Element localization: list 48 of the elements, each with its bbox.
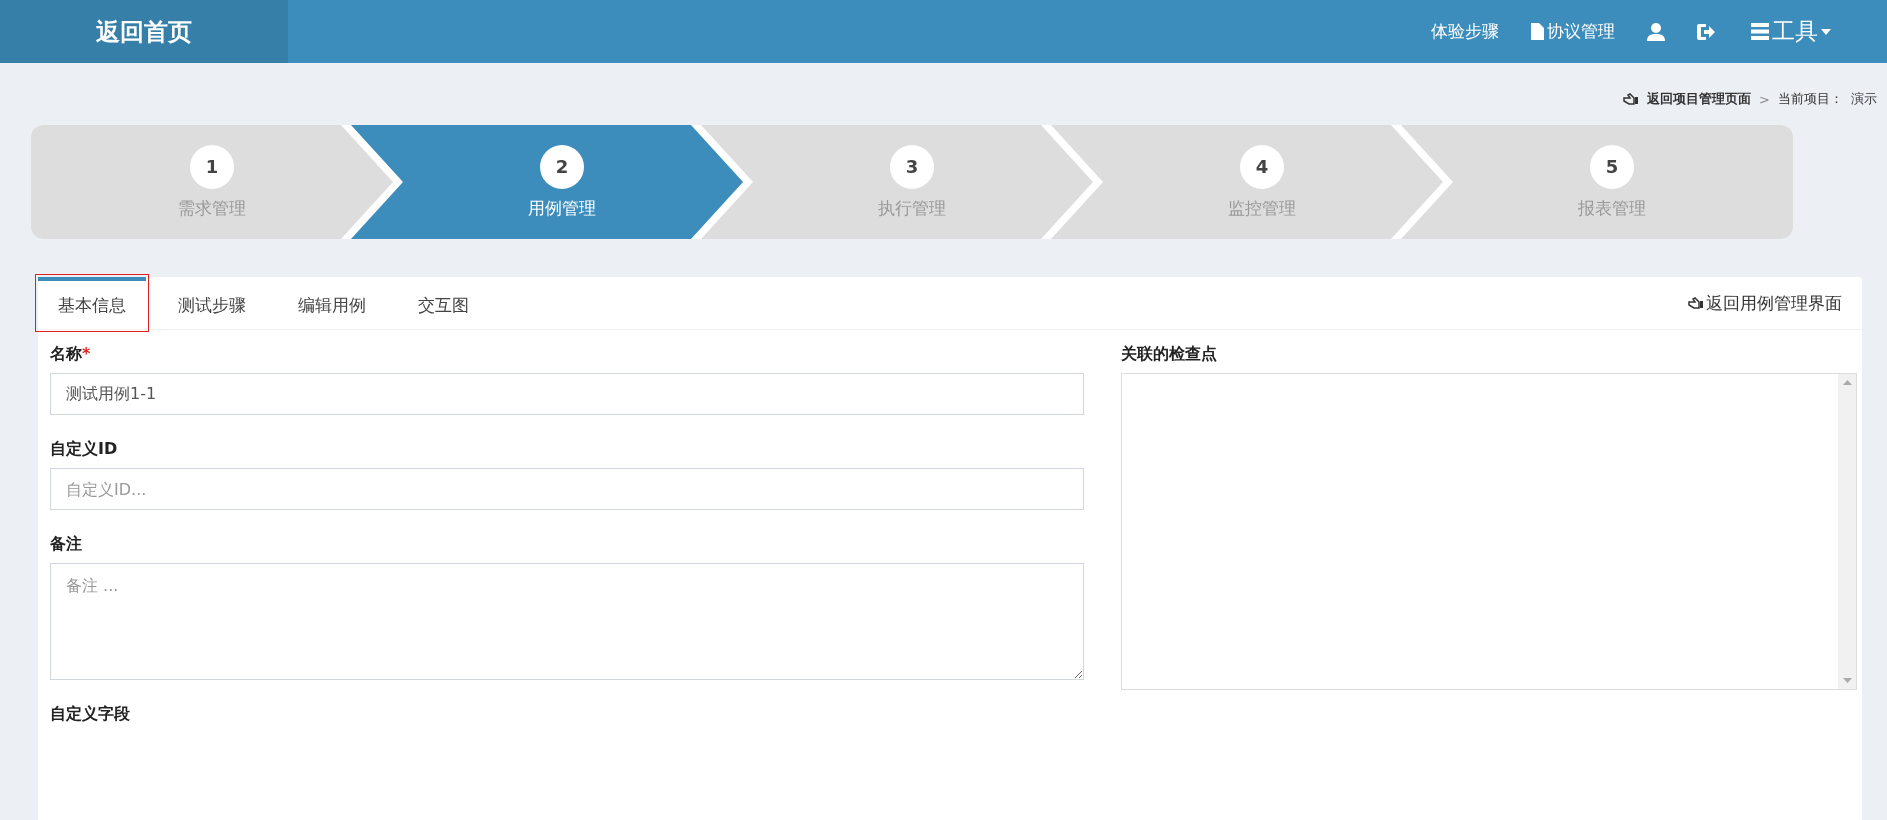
tab[interactable]: 交互图 [398, 277, 489, 329]
step-label: 需求管理 [178, 196, 246, 220]
document-icon [1531, 23, 1544, 40]
step-tab[interactable]: 2 用例管理 [528, 144, 596, 220]
step-number: 3 [890, 144, 934, 189]
home-link[interactable]: 返回首页 [0, 0, 288, 63]
remark-text-area[interactable]: 备注 ... [50, 563, 1084, 680]
tools-menu[interactable]: 工具 [1731, 0, 1847, 63]
tab[interactable]: 编辑用例 [278, 277, 386, 329]
step-tab[interactable]: 1 需求管理 [178, 144, 246, 220]
step-label: 用例管理 [528, 196, 596, 220]
field-label: 自定义ID [50, 439, 118, 460]
back-to-projects-link[interactable]: 返回项目管理页面 [1623, 90, 1752, 108]
scrollbar[interactable] [1838, 374, 1856, 689]
caret-icon [1821, 28, 1831, 35]
nav-link[interactable]: 体验步骤 [1415, 0, 1515, 63]
section-label: 自定义字段 [50, 704, 130, 725]
checkpoint-list-box[interactable] [1121, 373, 1857, 690]
hand-pointing-icon [1623, 93, 1640, 105]
field-label: 关联的检查点 [1121, 344, 1217, 365]
hand-pointing-icon [1688, 297, 1704, 309]
breadcrumb-separator: > [1759, 91, 1770, 107]
custom-id-input-field[interactable]: 自定义ID... [50, 468, 1084, 510]
step-number: 2 [540, 144, 584, 189]
step-label: 执行管理 [878, 196, 946, 220]
tab[interactable]: 测试步骤 [158, 277, 266, 329]
step-label: 报表管理 [1578, 196, 1646, 220]
current-project-label: 当前项目： [1778, 90, 1843, 108]
step-tab[interactable]: 3 执行管理 [878, 144, 946, 220]
scroll-up-icon [1842, 380, 1852, 385]
step-number: 4 [1240, 144, 1284, 189]
field-label: 备注 [50, 534, 82, 555]
field-label: 名称 [50, 344, 82, 365]
user-icon [1647, 22, 1665, 41]
sign-out-icon [1697, 23, 1715, 40]
required-mark: * [82, 344, 91, 365]
nav-link[interactable]: 协议管理 [1515, 0, 1631, 63]
step-tab[interactable]: 4 监控管理 [1228, 144, 1296, 220]
current-project-name: 演示 [1851, 90, 1877, 108]
step-label: 监控管理 [1228, 196, 1296, 220]
menu-icon [1751, 23, 1769, 40]
step-number: 5 [1590, 144, 1634, 189]
back-to-cases-link[interactable]: 返回用例管理界面 [1688, 277, 1862, 329]
step-tab[interactable]: 5 报表管理 [1578, 144, 1646, 220]
scroll-down-icon [1842, 678, 1852, 683]
tab[interactable]: 基本信息 [38, 277, 146, 329]
name-input-field[interactable]: 测试用例1-1 [50, 373, 1084, 415]
step-number: 1 [190, 144, 234, 189]
